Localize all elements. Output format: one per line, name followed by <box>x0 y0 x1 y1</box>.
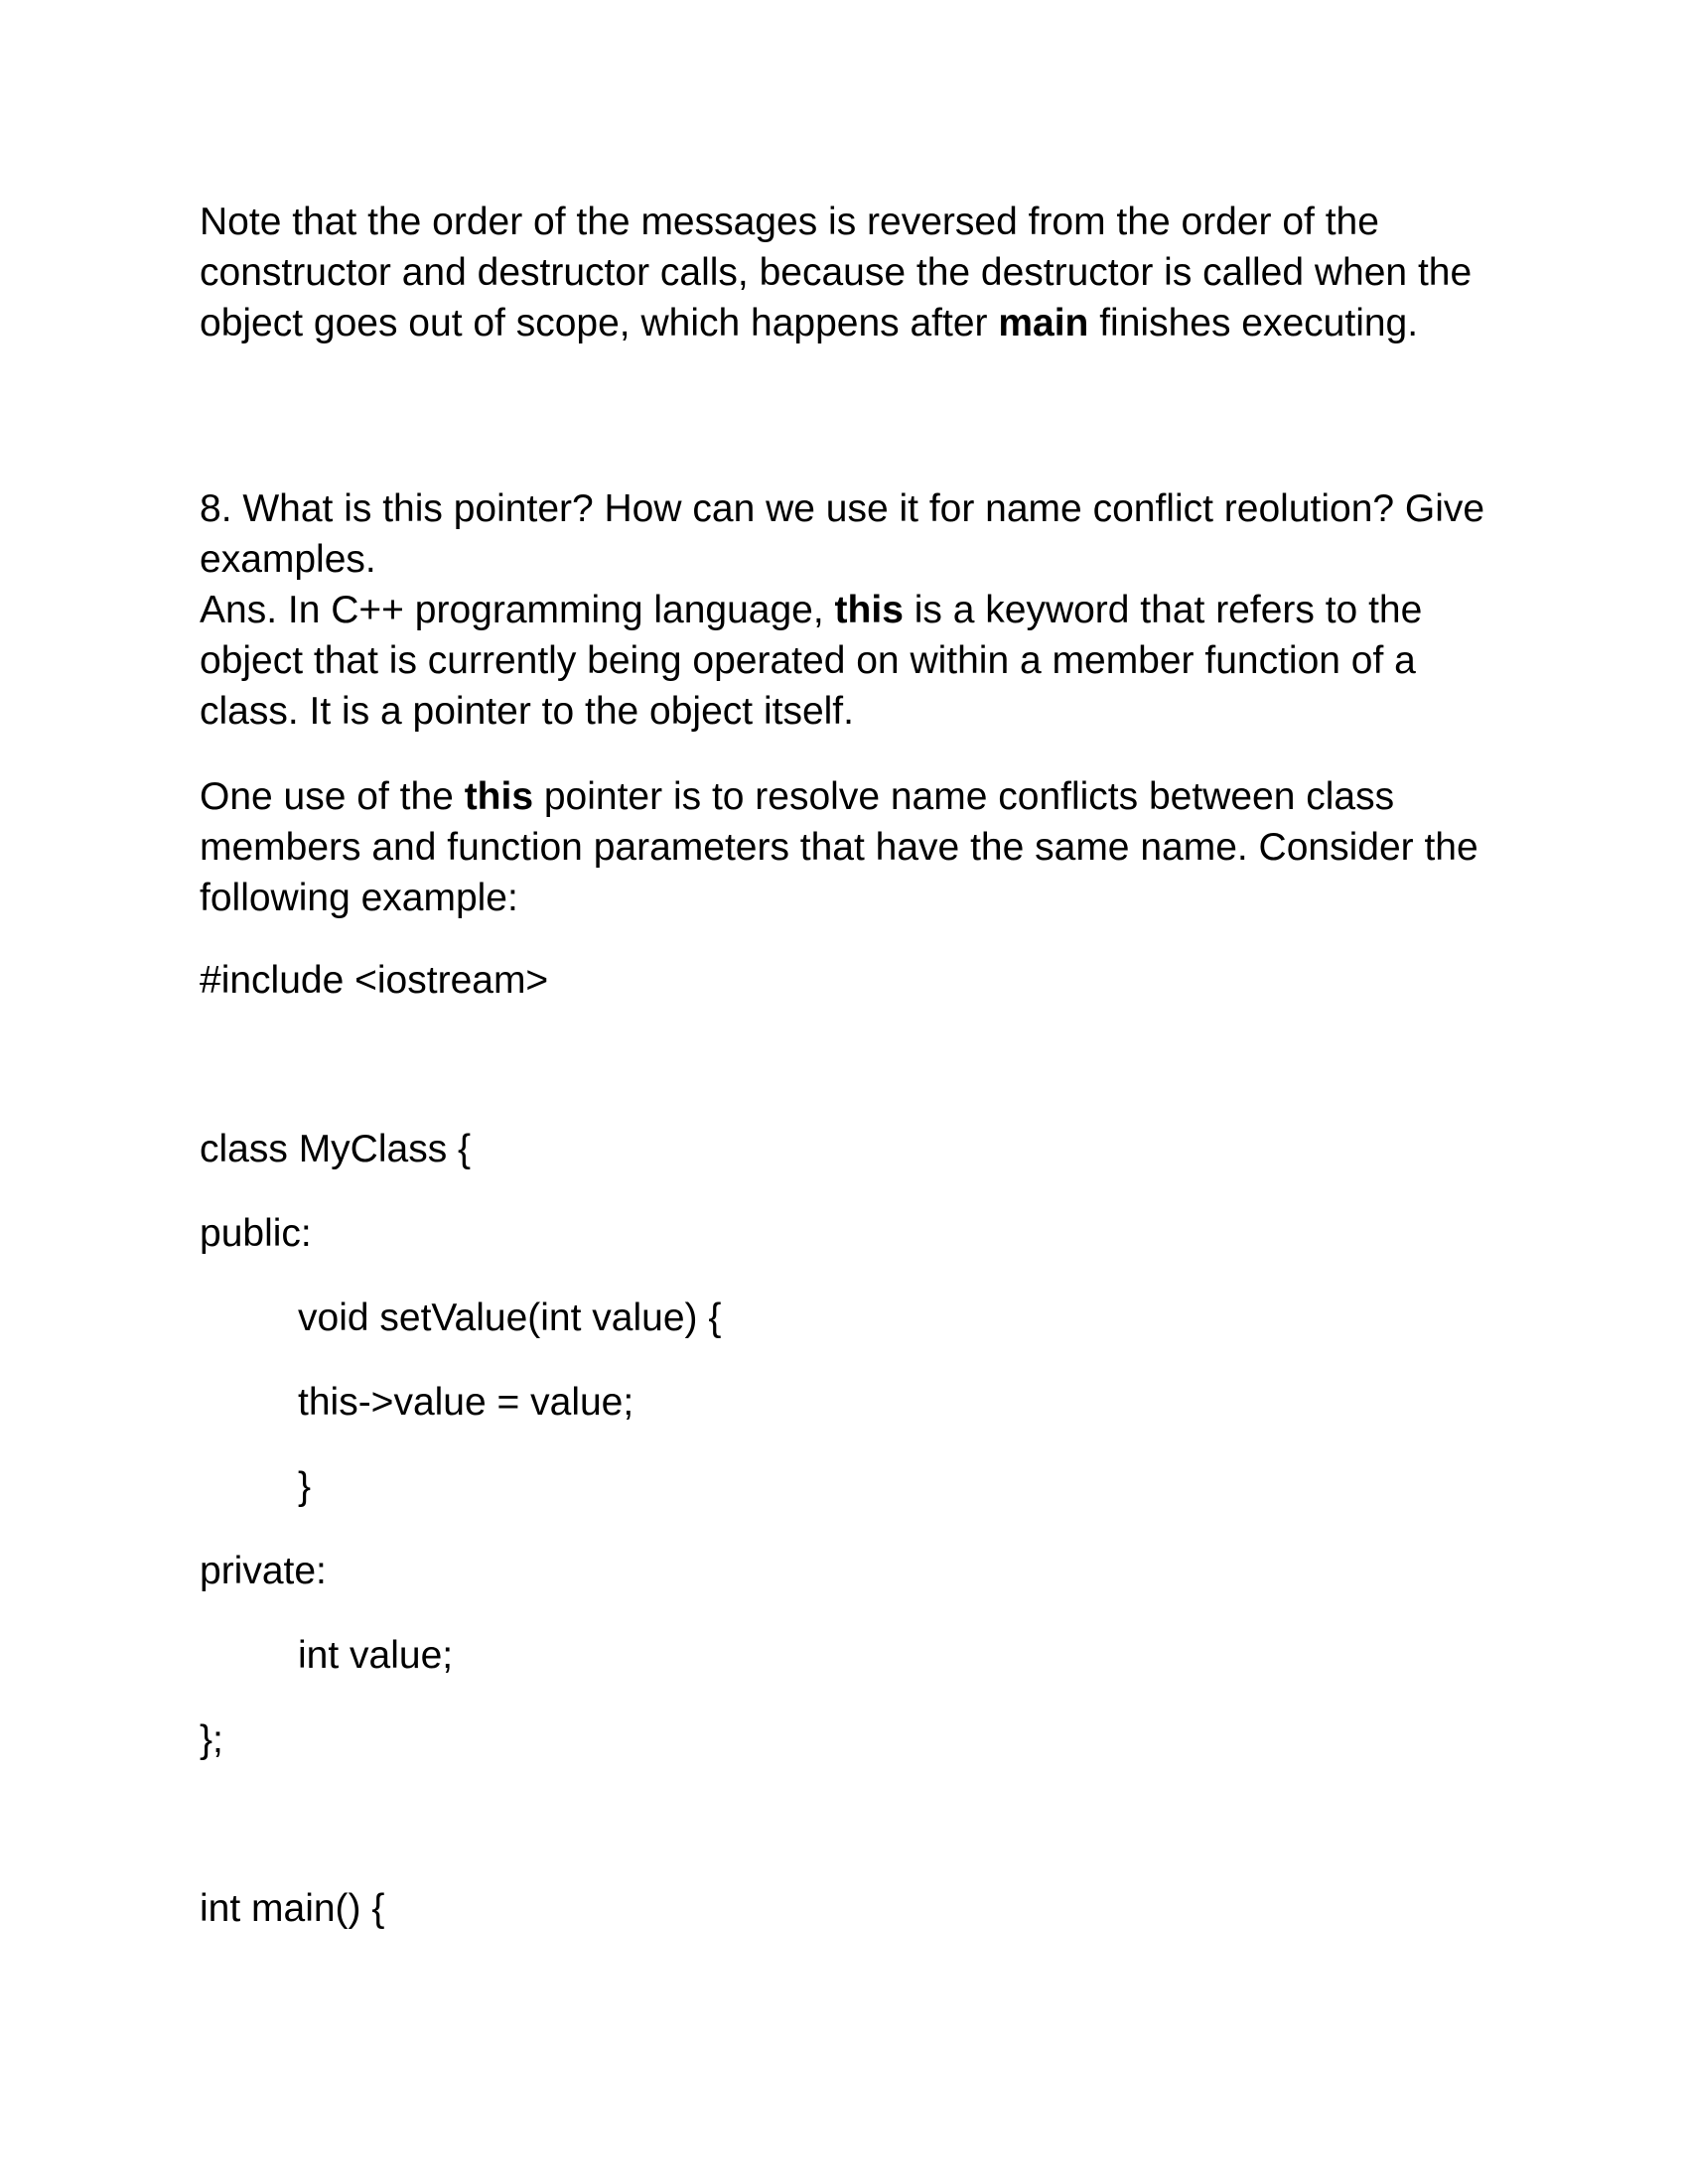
code-setvalue-signature: void setValue(int value) { <box>298 1297 722 1339</box>
text-segment: Ans. In C++ programming language, <box>200 589 835 631</box>
question-line: 8. What is this pointer? How can we use … <box>200 487 1485 530</box>
text-line: object goes out of scope, which happens … <box>200 298 1490 348</box>
paragraph-destructor-order: Note that the order of the messages is r… <box>200 197 1490 348</box>
text-segment: pointer is to resolve name conflicts bet… <box>533 775 1395 818</box>
text-line: following example: <box>200 877 518 919</box>
answer-line: Ans. In C++ programming language, this i… <box>200 585 1490 635</box>
code-class-end: }; <box>200 1718 223 1761</box>
paragraph-this-usage: One use of the this pointer is to resolv… <box>200 771 1490 923</box>
code-main-signature: int main() { <box>200 1887 385 1930</box>
code-private-label: private: <box>200 1550 327 1592</box>
text-segment: is a keyword that refers to the <box>903 589 1423 631</box>
answer-line: class. It is a pointer to the object its… <box>200 690 854 733</box>
code-function-close-brace: } <box>298 1465 312 1508</box>
code-public-label: public: <box>200 1212 312 1255</box>
code-this-assignment: this->value = value; <box>298 1381 634 1424</box>
bold-keyword-this: this <box>464 775 534 818</box>
bold-keyword-this: this <box>834 589 904 631</box>
text-line: members and function parameters that hav… <box>200 826 1478 869</box>
answer-line: object that is currently being operated … <box>200 639 1416 682</box>
question-8: 8. What is this pointer? How can we use … <box>200 483 1490 737</box>
code-include: #include <iostream> <box>200 959 549 1002</box>
question-line: examples. <box>200 538 376 581</box>
text-line: constructor and destructor calls, becaus… <box>200 251 1473 294</box>
text-segment: One use of the <box>200 775 465 818</box>
text-segment: finishes executing. <box>1088 302 1419 344</box>
text-segment: object goes out of scope, which happens … <box>200 302 999 344</box>
code-member-declaration: int value; <box>298 1634 454 1677</box>
document-page: Note that the order of the messages is r… <box>0 0 1688 2184</box>
text-line: Note that the order of the messages is r… <box>200 201 1379 243</box>
code-class-declaration: class MyClass { <box>200 1128 472 1170</box>
text-line: One use of the this pointer is to resolv… <box>200 771 1490 822</box>
bold-keyword-main: main <box>998 302 1089 344</box>
